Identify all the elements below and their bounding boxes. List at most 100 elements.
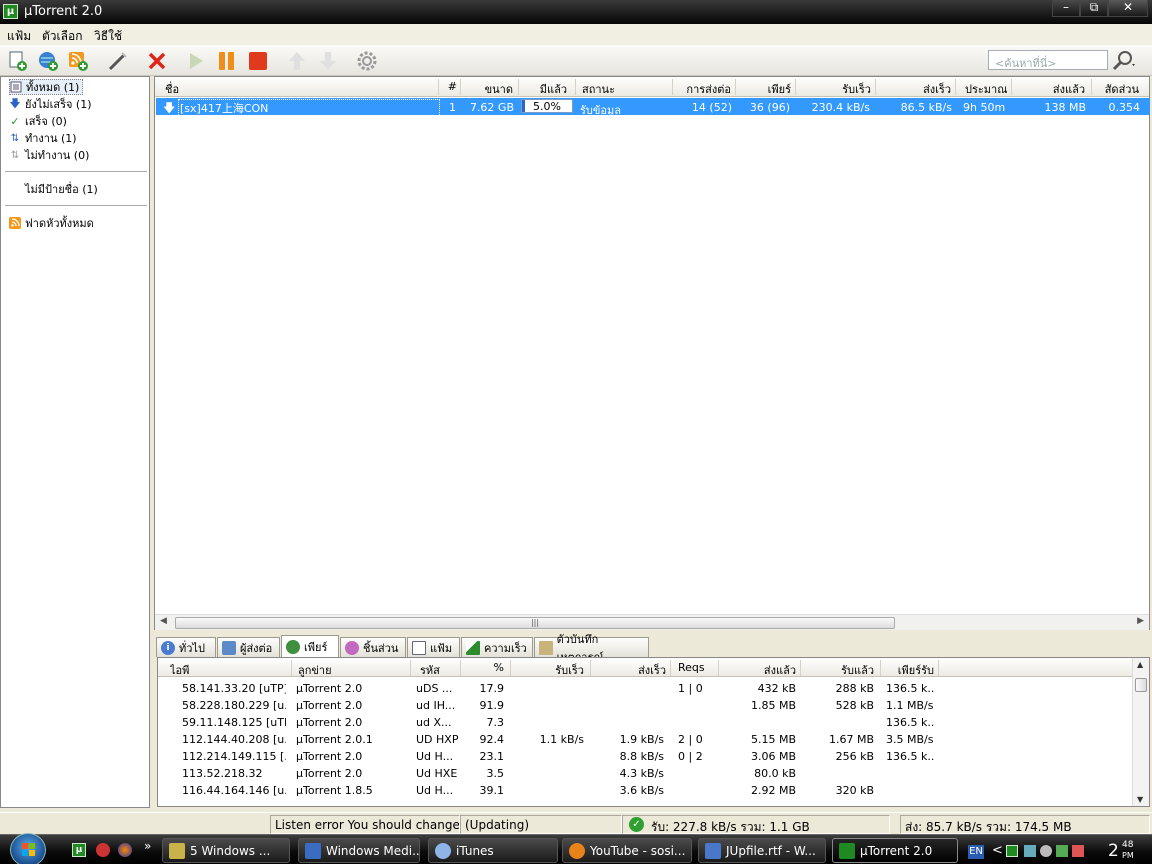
col-uploaded[interactable]: ส่งแล้ว (1017, 80, 1085, 98)
progress-bar: 5.0% (521, 99, 573, 113)
col-ip[interactable]: ไอพี (170, 661, 189, 679)
taskbar-item[interactable]: Windows Medi... (298, 838, 420, 863)
taskbar: µ » 5 Windows ... Windows Medi... iTunes Yo… (0, 833, 1152, 864)
search-input[interactable]: <ค้นหาที่นี่> (988, 50, 1108, 70)
label-no-label[interactable]: ไม่มีป้ายชื่อ (1) (25, 181, 98, 197)
stop-button[interactable] (246, 49, 270, 73)
add-url-button[interactable] (36, 49, 60, 73)
peer-peer-dl: 136.5 k... (886, 716, 934, 729)
col-peer-downloaded[interactable]: รับแล้ว (804, 661, 874, 679)
scroll-right-icon[interactable]: ▶ (1137, 616, 1144, 626)
menu-options[interactable]: ตัวเลือก (42, 27, 82, 46)
tray-security-icon[interactable] (1072, 845, 1084, 857)
tab-general[interactable]: i ทั่วไป (156, 637, 216, 657)
peer-row[interactable]: 116.44.164.146 [u... µTorrent 1.8.5 Ud H..… (158, 782, 1133, 799)
col-percent[interactable]: % (464, 661, 504, 674)
peer-row[interactable]: 59.11.148.125 [uTP] µTorrent 2.0 ud X... 7.… (158, 714, 1133, 731)
tray-utorrent-icon[interactable] (1006, 845, 1018, 857)
tray-expand-icon[interactable]: < (992, 843, 1003, 858)
scrollbar-thumb[interactable] (1135, 678, 1147, 692)
pieces-icon (345, 640, 359, 655)
tab-pieces[interactable]: ชิ้นส่วน (340, 637, 406, 657)
quicklaunch-firefox-icon[interactable] (118, 843, 132, 857)
tab-peers[interactable]: เพียร์ (281, 635, 339, 657)
scroll-down-icon[interactable]: ▼ (1137, 795, 1143, 804)
create-torrent-icon (108, 52, 127, 71)
peer-row[interactable]: 58.141.33.20 [uTP] µTorrent 2.0 uDS ... 17.… (158, 680, 1133, 697)
menu-file[interactable]: แฟ้ม (7, 27, 31, 46)
col-peer-dl[interactable]: เพียร์รับ (884, 661, 934, 679)
vertical-scrollbar[interactable]: ▲ ▼ (1132, 658, 1149, 806)
category-downloading[interactable]: 🡇 ยังไม่เสร็จ (1) (9, 96, 91, 112)
col-seeds[interactable]: การส่งต่อ (675, 80, 731, 98)
peer-row[interactable]: 112.144.40.208 [u... µTorrent 2.0.1 UD HXP… (158, 731, 1133, 748)
peer-percent: 7.3 (486, 716, 505, 729)
category-active[interactable]: ⇅ ทำงาน (1) (9, 130, 77, 146)
tab-files[interactable]: แฟ้ม (407, 637, 460, 657)
clock-minute[interactable]: 48 (1122, 840, 1133, 850)
category-inactive[interactable]: ⇅ ไม่ทำงาน (0) (9, 147, 90, 163)
start-button[interactable] (10, 833, 46, 864)
col-peer-down[interactable]: รับเร็ว (514, 661, 584, 679)
col-flags[interactable]: รหัส (420, 661, 440, 679)
col-client[interactable]: ลูกข่าย (298, 661, 332, 679)
taskbar-item[interactable]: JUpfile.rtf - W... (698, 838, 826, 863)
language-indicator[interactable]: EN (968, 845, 984, 859)
col-eta[interactable]: ประมาณ (965, 80, 1007, 98)
search-button[interactable] (1112, 49, 1136, 73)
add-torrent-button[interactable] (6, 49, 30, 73)
maximize-button[interactable]: ⧉ (1080, 0, 1108, 17)
tab-trackers[interactable]: ผู้ส่งต่อ (217, 637, 280, 657)
taskbar-item[interactable]: iTunes (428, 838, 558, 863)
col-status[interactable]: สถานะ (582, 80, 615, 98)
scrollbar-thumb[interactable]: ||| (175, 617, 895, 629)
torrent-row[interactable]: 🡇 [sx]417上海CON 1 7.62 GB 5.0% รับข้อมูล … (156, 98, 1150, 117)
preferences-button[interactable] (355, 49, 379, 73)
peer-row[interactable]: 112.214.149.115 [... µTorrent 2.0 Ud H... 2… (158, 748, 1133, 765)
close-button[interactable]: ✕ (1108, 0, 1148, 17)
tab-speed[interactable]: ความเร็ว (461, 637, 533, 657)
taskbar-item[interactable]: YouTube - sosi... (562, 838, 692, 863)
col-done[interactable]: มีแล้ว (521, 80, 567, 98)
scroll-left-icon[interactable]: ◀ (160, 616, 167, 626)
clock-ampm[interactable]: PM (1122, 851, 1134, 860)
tray-volume-icon[interactable] (1040, 845, 1052, 857)
col-peer-uploaded[interactable]: ส่งแล้ว (724, 661, 796, 679)
add-rss-button[interactable] (66, 49, 90, 73)
peer-downloaded: 528 kB (835, 699, 874, 712)
quicklaunch-utorrent-icon[interactable]: µ (72, 843, 86, 857)
tray-network-icon[interactable] (1056, 845, 1068, 857)
col-ratio[interactable]: สัดส่วน (1095, 80, 1139, 98)
taskbar-item[interactable]: 5 Windows ... (162, 838, 290, 863)
col-up-speed[interactable]: ส่งเร็ว (879, 80, 951, 98)
menu-help[interactable]: วิธีใช้ (94, 27, 122, 46)
pause-button[interactable] (215, 49, 239, 73)
peer-row[interactable]: 58.228.180.229 [u... µTorrent 2.0 ud IH...… (158, 697, 1133, 714)
clock-hour[interactable]: 2 (1108, 841, 1119, 861)
quicklaunch-more-icon[interactable]: » (144, 839, 151, 853)
category-completed[interactable]: ✓ เสร็จ (0) (9, 113, 67, 129)
col-peer-up[interactable]: ส่งเร็ว (594, 661, 666, 679)
col-name[interactable]: ชื่อ (165, 80, 179, 98)
download-summary: รับ: 227.8 kB/s รวม: 1.1 GB (651, 820, 810, 834)
col-num[interactable]: # (445, 80, 457, 93)
create-torrent-button[interactable] (106, 49, 130, 73)
col-reqs[interactable]: Reqs (678, 661, 705, 674)
move-up-button[interactable] (285, 49, 309, 73)
move-down-button[interactable] (316, 49, 340, 73)
scroll-up-icon[interactable]: ▲ (1137, 660, 1143, 669)
feeds-all[interactable]: ฟาดหัวทั้งหมด (9, 215, 94, 231)
remove-button[interactable] (145, 49, 169, 73)
tray-app-icon[interactable] (1024, 845, 1036, 857)
start-button[interactable] (184, 49, 208, 73)
col-size[interactable]: ขนาด (465, 80, 513, 98)
tab-logger[interactable]: ตัวบันทึกเหตุการณ์ (534, 633, 649, 664)
col-peers[interactable]: เพียร์ (739, 80, 791, 98)
quicklaunch-app-icon[interactable] (96, 843, 110, 857)
col-down-speed[interactable]: รับเร็ว (799, 80, 871, 98)
category-all[interactable]: ทั้งหมด (1) (9, 79, 84, 95)
peer-row[interactable]: 113.52.218.32 µTorrent 2.0 Ud HXE 3.5 4.3 kB… (158, 765, 1133, 782)
horizontal-scrollbar[interactable]: ◀ ||| ▶ (155, 614, 1149, 630)
taskbar-item[interactable]: µTorrent 2.0 (832, 838, 958, 863)
minimize-button[interactable]: – (1052, 0, 1080, 17)
